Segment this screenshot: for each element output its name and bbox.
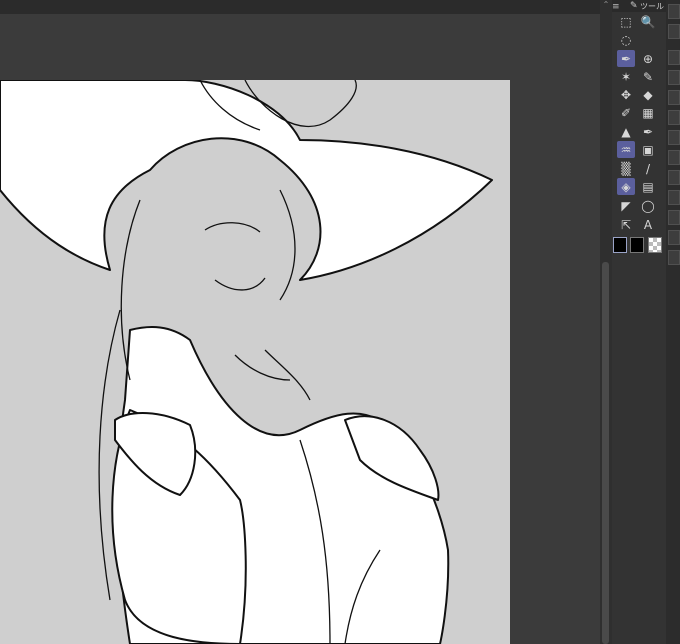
palette-menu-icon[interactable]: ≡ <box>612 2 624 12</box>
dock-button[interactable] <box>668 110 680 125</box>
ink-pen-tool-icon[interactable]: ✒ <box>639 123 657 140</box>
dock-button[interactable] <box>668 190 680 205</box>
pattern-tool-icon[interactable]: ▦ <box>639 104 657 121</box>
brush-tool-icon[interactable]: ✐ <box>617 104 635 121</box>
dock-button[interactable] <box>668 90 680 105</box>
dock-button[interactable] <box>668 130 680 145</box>
dock-button[interactable] <box>668 70 680 85</box>
sub-color-swatch[interactable] <box>630 237 644 253</box>
pen-tool-icon[interactable]: ✒ <box>617 50 635 67</box>
fill-bucket-tool-icon[interactable]: ◆ <box>639 86 657 103</box>
rectangle-select-tool-icon[interactable]: ⬚ <box>617 13 635 30</box>
frame-tool-icon[interactable]: ▤ <box>639 178 657 195</box>
gradient-tool-icon[interactable]: ▒ <box>617 160 635 177</box>
eraser-tool-icon[interactable]: ◈ <box>617 178 635 195</box>
text-tool-icon[interactable]: A <box>639 216 657 233</box>
move-tool-icon[interactable]: ✥ <box>617 86 635 103</box>
object-tool-icon[interactable]: ⊕ <box>639 50 657 67</box>
line-tool-icon[interactable]: / <box>639 160 657 177</box>
correct-line-tool-icon[interactable]: ⇱ <box>617 216 635 233</box>
ruler-tool-icon[interactable]: ◤ <box>617 197 635 214</box>
balloon-tool-icon[interactable]: ◯ <box>639 197 657 214</box>
transparent-color-swatch[interactable] <box>648 237 662 253</box>
eyedropper-tool-icon[interactable]: ✎ <box>639 68 657 85</box>
zoom-tool-icon[interactable]: 🔍 <box>639 13 657 30</box>
drawing-canvas[interactable] <box>0 80 510 644</box>
line-art-illustration <box>0 80 493 644</box>
main-color-swatch[interactable] <box>613 237 627 253</box>
dock-button[interactable] <box>668 250 680 265</box>
sparkle-tool-icon[interactable]: ✶ <box>617 68 635 85</box>
dock-button[interactable] <box>668 150 680 165</box>
dock-button[interactable] <box>668 4 680 19</box>
airbrush-tool-icon[interactable]: ▲ <box>617 123 635 140</box>
dock-button[interactable] <box>668 24 680 39</box>
decoration-tool-icon[interactable]: ♒ <box>617 141 635 158</box>
dock-button[interactable] <box>668 170 680 185</box>
pen-icon: ✎ <box>630 1 638 11</box>
dock-button[interactable] <box>668 230 680 245</box>
dock-button[interactable] <box>668 50 680 65</box>
tool-palette-title: ツール <box>640 2 664 11</box>
dock-button[interactable] <box>668 210 680 225</box>
lasso-select-tool-icon[interactable]: ◌ <box>617 31 635 48</box>
scroll-up-arrow-icon[interactable]: ⌃ <box>601 0 611 10</box>
scrollbar-thumb[interactable] <box>602 262 609 644</box>
top-bar <box>0 0 600 14</box>
grid-tool-icon[interactable]: ▣ <box>639 141 657 158</box>
